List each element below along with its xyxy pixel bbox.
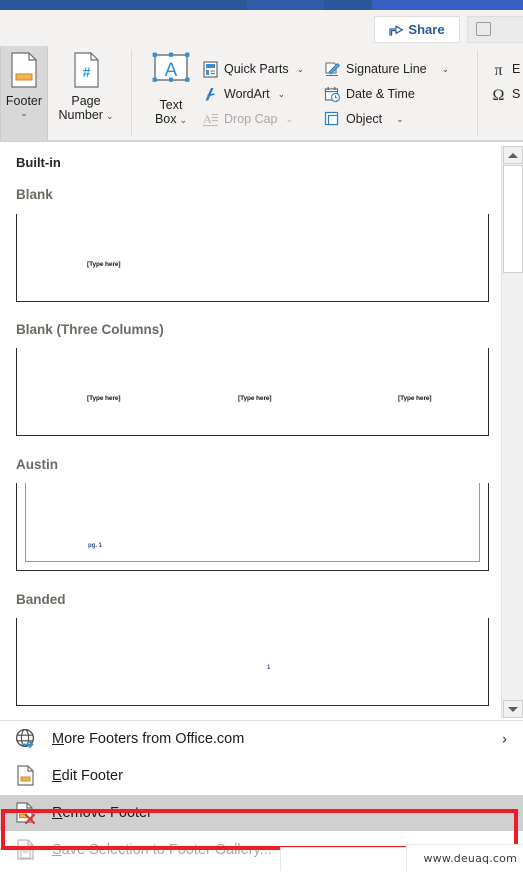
- remove-footer-icon: [14, 801, 40, 825]
- banded-page-number-text: 1: [267, 665, 271, 671]
- gallery-item-blank-three-columns[interactable]: [Type here] [Type here] [Type here]: [16, 348, 489, 436]
- calendar-clock-icon: [324, 86, 341, 103]
- scroll-down-arrow-icon: [508, 706, 518, 712]
- group-separator: [131, 50, 132, 136]
- title-bar-segment: [0, 0, 247, 10]
- text-box-icon: A: [150, 52, 192, 95]
- chevron-down-icon[interactable]: ⌄: [20, 109, 28, 118]
- scroll-down-button[interactable]: [503, 700, 523, 718]
- gallery-item-title-blank: Blank: [16, 187, 53, 202]
- menu-item-label: More Footers from Office.com: [52, 731, 245, 747]
- svg-text:A: A: [203, 112, 212, 126]
- text-box-button[interactable]: A Text Box ⌄: [142, 46, 200, 141]
- drop-cap-icon: A: [202, 111, 219, 128]
- menu-item-more-footers[interactable]: More Footers from Office.com ›: [0, 721, 523, 757]
- group-separator: [477, 50, 478, 136]
- menu-item-label: Remove Footer: [52, 805, 152, 821]
- placeholder-text: [Type here]: [238, 395, 272, 402]
- title-bar-segment: [372, 0, 523, 10]
- austin-page-number-text: pg. 1: [88, 543, 103, 549]
- signature-line-icon: [324, 61, 341, 78]
- signature-line-label: Signature Line: [346, 62, 427, 76]
- gallery-item-blank[interactable]: [Type here]: [16, 214, 489, 302]
- signature-line-command[interactable]: Signature Line ⌄: [324, 56, 449, 82]
- share-button-label: Share: [408, 22, 445, 37]
- drop-cap-command: A Drop Cap ⌄: [202, 106, 293, 132]
- gallery-item-title-blank-three-columns: Blank (Three Columns): [16, 322, 164, 337]
- footer-button-label: Footer: [5, 94, 43, 108]
- chevron-down-icon: ⌄: [285, 113, 294, 124]
- footer-page-icon: [9, 52, 39, 91]
- date-time-command[interactable]: Date & Time: [324, 81, 415, 107]
- wordart-label: WordArt: [224, 87, 270, 101]
- scrollbar-thumb[interactable]: [503, 165, 523, 273]
- quick-parts-command[interactable]: Quick Parts ⌄: [202, 56, 304, 82]
- text-box-label-line2: Box ⌄: [154, 112, 188, 126]
- ribbon-top-right-actions: Share: [343, 10, 523, 46]
- object-icon: [324, 111, 341, 128]
- gallery-item-title-banded: Banded: [16, 592, 66, 607]
- comment-icon: [476, 22, 491, 36]
- gallery-item-title-austin: Austin: [16, 457, 58, 472]
- gallery-section-header: Built-in: [16, 155, 61, 170]
- scroll-up-button[interactable]: [503, 146, 523, 164]
- wordart-icon: [202, 86, 219, 103]
- quick-parts-label: Quick Parts: [224, 62, 289, 76]
- austin-inner-frame: [25, 483, 480, 562]
- placeholder-text: [Type here]: [398, 395, 432, 402]
- text-box-label-line1: Text: [159, 98, 183, 112]
- globe-icon: [14, 727, 40, 751]
- gallery-scroll-area: Built-in Blank [Type here] Blank (Three …: [0, 142, 497, 717]
- object-command[interactable]: Object ⌄: [324, 106, 404, 132]
- share-arrow-icon: [389, 23, 404, 37]
- gallery-item-austin[interactable]: pg. 1: [16, 483, 489, 571]
- equation-command[interactable]: π E: [490, 56, 520, 82]
- chevron-down-icon[interactable]: ⌄: [278, 89, 286, 100]
- title-bar-segment: [324, 0, 372, 10]
- chevron-down-icon[interactable]: ⌄: [442, 64, 450, 75]
- ribbon: Share Footer ⌄ # Page Number ⌄ A Text Bo…: [0, 10, 523, 141]
- drop-cap-label: Drop Cap: [224, 112, 278, 126]
- svg-text:#: #: [83, 64, 91, 80]
- svg-text:π: π: [494, 62, 502, 78]
- symbol-label: S: [512, 87, 521, 101]
- chevron-right-icon: ›: [502, 730, 507, 748]
- title-bar-segment: [247, 0, 324, 10]
- edit-footer-icon: [14, 764, 40, 788]
- page-number-icon: #: [71, 52, 101, 91]
- object-label: Object: [346, 112, 383, 126]
- menu-item-remove-footer[interactable]: Remove Footer: [0, 795, 523, 831]
- pi-equation-icon: π: [490, 61, 507, 79]
- menu-item-label: Edit Footer: [52, 768, 123, 784]
- page-number-label-line2: Number ⌄: [58, 108, 114, 122]
- page-number-button[interactable]: # Page Number ⌄: [55, 46, 117, 141]
- symbol-command[interactable]: Ω S: [490, 81, 521, 107]
- chevron-down-icon[interactable]: ⌄: [297, 64, 305, 75]
- equation-label: E: [512, 62, 521, 76]
- chevron-down-icon[interactable]: ⌄: [396, 114, 404, 125]
- footer-gallery-dropdown: Built-in Blank [Type here] Blank (Three …: [0, 141, 523, 872]
- chevron-down-icon[interactable]: ⌄: [180, 115, 188, 125]
- footer-button[interactable]: Footer ⌄: [0, 46, 48, 141]
- menu-item-label: Save Selection to Footer Gallery...: [52, 842, 272, 858]
- placeholder-text: [Type here]: [87, 261, 121, 268]
- date-time-label: Date & Time: [346, 87, 415, 101]
- menu-item-edit-footer[interactable]: Edit Footer: [0, 758, 523, 794]
- svg-text:Ω: Ω: [493, 87, 505, 103]
- page-number-label-line1: Page: [71, 94, 101, 108]
- chevron-down-icon[interactable]: ⌄: [106, 111, 114, 121]
- window-title-bar: [0, 0, 523, 10]
- save-gallery-icon: [14, 838, 40, 862]
- quick-parts-icon: [202, 60, 219, 78]
- gallery-scrollbar[interactable]: [501, 146, 523, 718]
- omega-symbol-icon: Ω: [490, 86, 507, 104]
- comments-button[interactable]: [467, 16, 523, 43]
- wordart-command[interactable]: WordArt ⌄: [202, 81, 285, 107]
- share-button[interactable]: Share: [374, 16, 460, 43]
- watermark-text: www.deuaq.com: [423, 852, 517, 865]
- placeholder-text: [Type here]: [87, 395, 121, 402]
- gallery-item-banded[interactable]: 1: [16, 618, 489, 706]
- scroll-up-arrow-icon: [508, 152, 518, 158]
